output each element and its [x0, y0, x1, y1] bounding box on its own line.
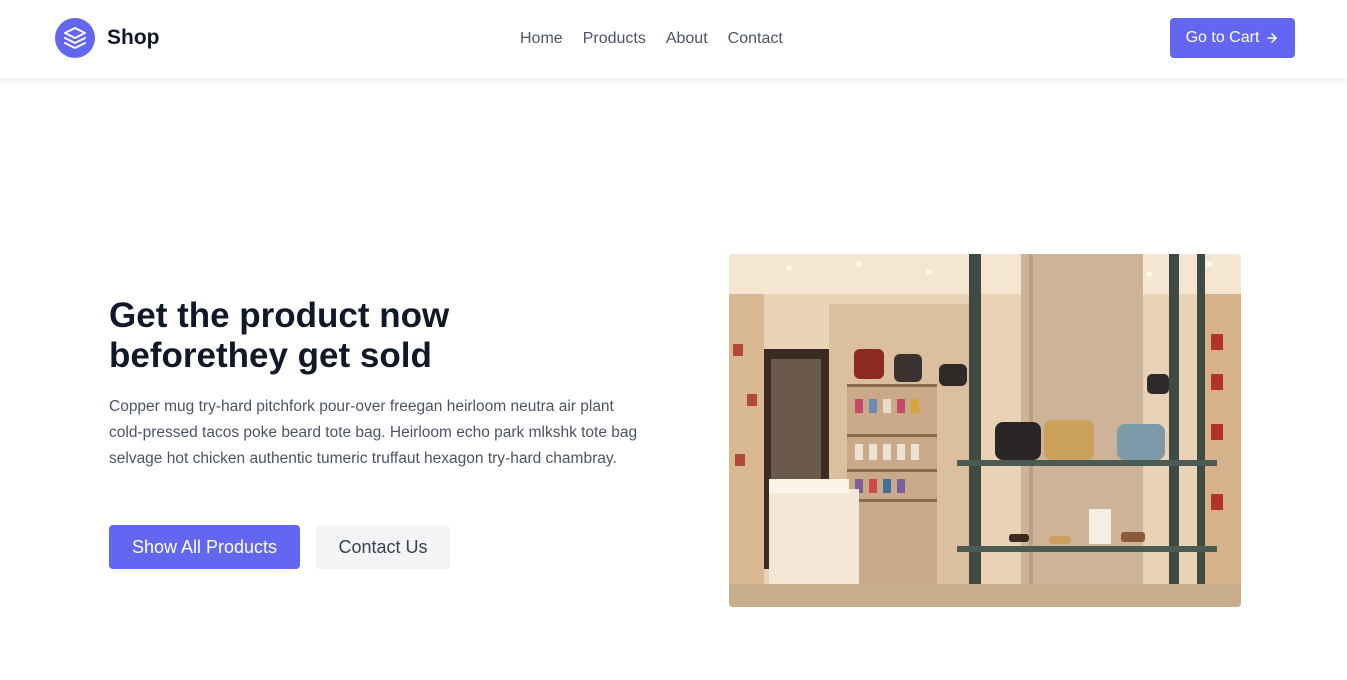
layers-icon	[55, 18, 95, 58]
nav-link-about[interactable]: About	[666, 30, 708, 48]
store-interior-image	[729, 254, 1241, 607]
arrow-right-icon	[1265, 31, 1279, 45]
main-nav: Home Products About Contact	[520, 0, 783, 78]
hero-description: Copper mug try-hard pitchfork pour-over …	[109, 398, 638, 467]
hero-title-line2: beforethey get sold	[109, 336, 432, 375]
hero-buttons: Show All Products Contact Us	[109, 525, 450, 569]
hero-title-line1: Get the product now	[109, 296, 450, 335]
hero-title: Get the product now beforethey get sold	[109, 296, 639, 376]
nav-link-home[interactable]: Home	[520, 30, 563, 48]
nav-link-contact[interactable]: Contact	[728, 30, 783, 48]
contact-us-button[interactable]: Contact Us	[316, 525, 450, 569]
site-header: Shop Home Products About Contact Go to C…	[0, 0, 1347, 78]
nav-link-products[interactable]: Products	[583, 30, 646, 48]
go-to-cart-button[interactable]: Go to Cart	[1170, 18, 1295, 58]
show-all-products-button[interactable]: Show All Products	[109, 525, 300, 569]
brand[interactable]: Shop	[55, 18, 160, 58]
brand-name: Shop	[107, 26, 160, 49]
hero-text: Get the product now beforethey get sold …	[109, 296, 639, 472]
go-to-cart-label: Go to Cart	[1185, 29, 1260, 46]
